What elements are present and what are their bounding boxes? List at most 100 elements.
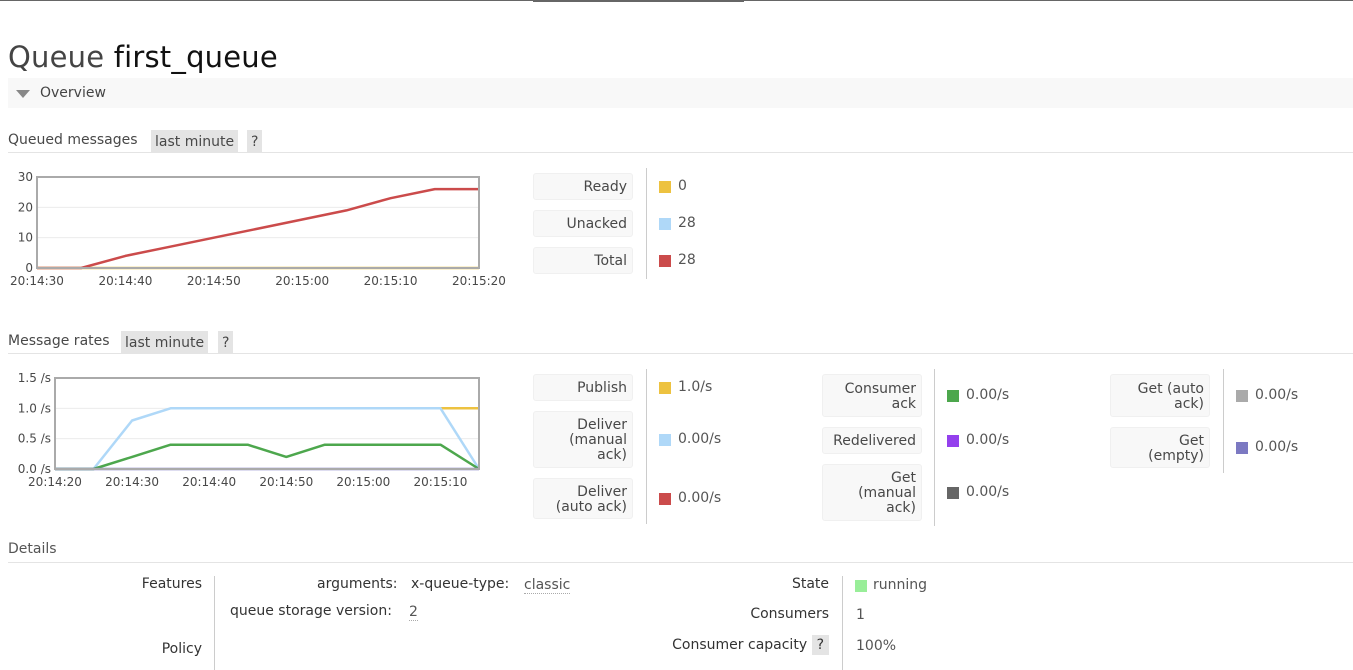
- rate-label-get-manual-ack-: Get (manual ack): [822, 464, 922, 521]
- rate-label-deliver-manual-ack-: Deliver (manual ack): [533, 411, 633, 468]
- legend-swatch: [659, 433, 671, 446]
- rate-value: 0.00/s: [678, 430, 722, 447]
- triangle-down-icon: [16, 90, 30, 98]
- chart-svg: 0 10 20 30 20:14:30 20:14:40 20:14:50 20:15:00 2…: [10, 170, 506, 288]
- queued-messages-chart: 0 10 20 30 20:14:30 20:14:40 20:14:50 20:15:00 2…: [0, 165, 520, 295]
- queued-messages-title: Queued messages: [8, 132, 138, 148]
- message-rates-title: Message rates: [8, 333, 110, 349]
- queued-value: 28: [678, 251, 696, 268]
- rate-divider: [1223, 369, 1224, 473]
- y-tick-label: 0.5 /s: [18, 432, 51, 446]
- x-tick-label: 20:15:00: [336, 475, 390, 489]
- legend-swatch: [659, 180, 671, 193]
- legend-swatch: [659, 381, 671, 394]
- rate-label-deliver-auto-ack-: Deliver (auto ack): [533, 478, 633, 519]
- x-tick-label: 20:14:20: [28, 475, 82, 489]
- y-tick-label: 0.0 /s: [18, 462, 51, 476]
- rate-label-consumer-ack: Consumer ack: [822, 374, 922, 417]
- queued-label-total: Total: [533, 247, 633, 274]
- queued-value: 28: [678, 214, 696, 231]
- rate-value: 0.00/s: [678, 489, 722, 506]
- rate-value: 0.00/s: [1255, 438, 1299, 455]
- top-nav-bar: [0, 0, 1353, 2]
- rates-range-selector[interactable]: last minute: [121, 331, 209, 353]
- legend-swatch: [659, 217, 671, 230]
- consumer-capacity-text: Consumer capacity: [672, 637, 808, 653]
- storage-version-value: 2: [409, 604, 418, 621]
- queued-value: 0: [678, 177, 687, 194]
- message-rates-header: Message rates last minute ?: [8, 331, 1353, 354]
- y-tick-label: 0: [25, 261, 33, 275]
- queue-name: first_queue: [113, 40, 278, 74]
- consumers-value: 1: [856, 607, 865, 623]
- rate-value: 0.00/s: [1255, 386, 1299, 403]
- x-tick-label: 20:14:40: [182, 475, 236, 489]
- rate-label-get-empty-: Get (empty): [1110, 427, 1210, 468]
- queued-label-unacked: Unacked: [533, 210, 633, 237]
- rate-value: 0.00/s: [966, 386, 1010, 403]
- arg-key: x-queue-type:: [411, 576, 510, 592]
- legend-swatch: [947, 434, 959, 447]
- x-tick-label: 20:15:10: [414, 475, 468, 489]
- rate-value: 0.00/s: [966, 483, 1010, 500]
- details-divider-right: [842, 576, 843, 670]
- plot-border: [36, 176, 480, 269]
- consumer-capacity-value: 100%: [856, 638, 897, 654]
- active-tab-indicator: [533, 0, 744, 2]
- rates-help-button[interactable]: ?: [218, 331, 234, 353]
- x-tick-label: 20:14:30: [10, 274, 64, 288]
- rate-label-publish: Publish: [533, 374, 633, 401]
- series-line-consumer-ack: [55, 443, 480, 471]
- details-divider-left: [214, 576, 215, 670]
- x-tick-label: 20:15:20: [452, 274, 506, 288]
- series-line-total: [37, 187, 479, 270]
- title-prefix: Queue: [8, 40, 105, 74]
- queued-help-button[interactable]: ?: [247, 130, 263, 152]
- message-rates-chart: 0.0 /s 0.5 /s 1.0 /s 1.5 /s 20:14:20 20:14:30…: [0, 368, 520, 493]
- x-tick-label: 20:14:30: [105, 475, 159, 489]
- y-tick-label: 20: [18, 200, 33, 214]
- plot-border: [54, 377, 480, 470]
- policy-label: Policy: [161, 641, 202, 657]
- queued-label-ready: Ready: [533, 173, 633, 200]
- consumers-label: Consumers: [750, 606, 829, 622]
- consumer-capacity-label: Consumer capacity ?: [600, 635, 829, 655]
- queued-range-selector[interactable]: last minute: [151, 130, 239, 152]
- y-tick-label: 1.5 /s: [18, 371, 51, 385]
- chart-svg: 0.0 /s 0.5 /s 1.0 /s 1.5 /s 20:14:20 20:14:30…: [18, 371, 481, 489]
- state-value: running: [873, 577, 928, 593]
- x-tick-label: 20:15:10: [364, 274, 418, 288]
- rate-value: 0.00/s: [966, 431, 1010, 448]
- storage-version-label: queue storage version:: [230, 603, 392, 619]
- rate-divider: [646, 369, 647, 524]
- y-tick-label: 1.0 /s: [18, 401, 51, 415]
- y-tick-label: 10: [18, 231, 33, 245]
- state-indicator: [855, 580, 867, 592]
- x-tick-label: 20:14:40: [98, 274, 152, 288]
- queued-messages-header: Queued messages last minute ?: [8, 130, 1353, 153]
- queued-divider: [646, 168, 647, 279]
- legend-swatch: [1236, 389, 1248, 402]
- rate-divider: [934, 369, 935, 526]
- state-label: State: [791, 576, 829, 592]
- arguments-label: arguments:: [317, 576, 398, 592]
- legend-swatch: [1236, 441, 1248, 454]
- overview-label: Overview: [40, 85, 106, 101]
- legend-swatch: [947, 389, 959, 402]
- details-title: Details: [8, 541, 57, 557]
- overview-section-toggle[interactable]: Overview: [8, 78, 1353, 108]
- arg-value: classic: [524, 577, 571, 594]
- features-label: Features: [141, 576, 202, 592]
- rate-value: 1.0/s: [678, 378, 713, 395]
- legend-swatch: [947, 486, 959, 499]
- x-tick-label: 20:14:50: [187, 274, 241, 288]
- rate-label-get-auto-ack-: Get (auto ack): [1110, 374, 1210, 417]
- page-title: Queue first_queue: [8, 40, 278, 74]
- capacity-help-button[interactable]: ?: [811, 635, 829, 655]
- rate-label-redelivered: Redelivered: [822, 427, 922, 454]
- legend-swatch: [659, 254, 671, 267]
- x-tick-label: 20:15:00: [275, 274, 329, 288]
- legend-swatch: [659, 492, 671, 505]
- y-tick-label: 30: [18, 170, 33, 184]
- x-tick-label: 20:14:50: [259, 475, 313, 489]
